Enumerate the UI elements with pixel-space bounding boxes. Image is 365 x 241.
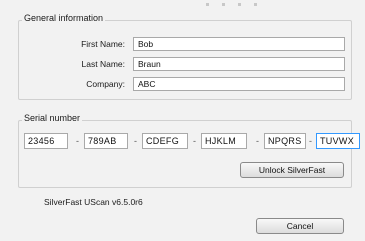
cancel-button[interactable]: Cancel	[256, 218, 344, 234]
license-dialog: First Name: Bob Last Name: Braun Company…	[0, 0, 365, 241]
serial-field-2[interactable]: 789AB	[84, 133, 128, 149]
decor-dot	[254, 2, 257, 6]
serial-separator: -	[134, 136, 137, 146]
serial-field-6[interactable]: TUVWX	[316, 133, 360, 149]
serial-field-1[interactable]: 23456	[24, 133, 68, 149]
serial-separator: -	[193, 136, 196, 146]
serial-field-5[interactable]: NPQRS	[264, 133, 306, 149]
version-label: SilverFast UScan v6.5.0r6	[44, 197, 143, 207]
serial-fields-row: 23456 - 789AB - CDEFG - HJKLM - NPQRS - …	[24, 133, 360, 149]
serial-separator: -	[76, 136, 79, 146]
serial-separator: -	[256, 136, 259, 146]
serial-field-4[interactable]: HJKLM	[201, 133, 247, 149]
first-name-field[interactable]: Bob	[133, 37, 345, 51]
general-info-group: First Name: Bob Last Name: Braun Company…	[18, 20, 352, 100]
last-name-field[interactable]: Braun	[133, 57, 345, 71]
serial-separator: -	[309, 136, 312, 146]
first-name-label: First Name:	[81, 39, 125, 49]
decor-dot	[222, 2, 225, 6]
top-decor-marks	[206, 0, 276, 8]
company-field[interactable]: ABC	[133, 77, 345, 91]
serial-number-title: Serial number	[22, 113, 83, 123]
dialog-top-strip	[0, 0, 365, 8]
company-label: Company:	[86, 79, 125, 89]
decor-dot	[206, 2, 209, 6]
serial-field-3[interactable]: CDEFG	[142, 133, 188, 149]
general-info-title: General information	[22, 13, 106, 23]
decor-dot	[238, 2, 241, 6]
unlock-silverfast-button[interactable]: Unlock SilverFast	[240, 162, 344, 178]
last-name-label: Last Name:	[81, 59, 125, 69]
